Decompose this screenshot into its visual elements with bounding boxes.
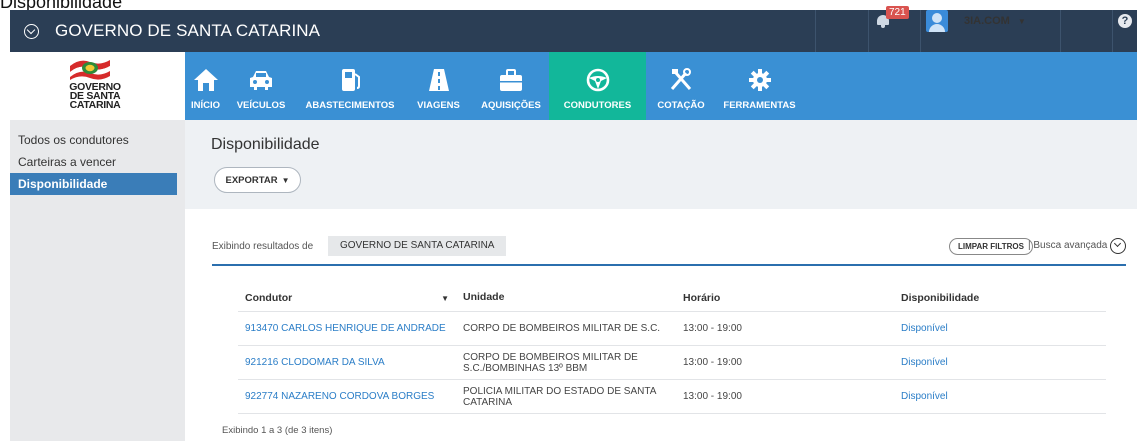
- export-label: EXPORTAR: [225, 174, 278, 186]
- logo[interactable]: GOVERNO DE SANTA CATARINA: [10, 52, 185, 120]
- advanced-search-link[interactable]: | Busca avançada: [1028, 240, 1107, 251]
- nav-label: VIAGENS: [417, 100, 460, 111]
- unit-cell: CORPO DE BOMBEIROS MILITAR DE S.C.: [463, 323, 661, 334]
- page-title: Disponibilidade: [211, 136, 320, 153]
- chevron-down-circle-icon[interactable]: [1110, 238, 1126, 254]
- nav-label: VEÍCULOS: [236, 100, 286, 111]
- schedule-cell: 13:00 - 19:00: [683, 357, 742, 368]
- divider: [1112, 10, 1113, 52]
- user-menu[interactable]: 3IA.COM ▼: [926, 10, 1026, 32]
- column-header-horario[interactable]: Horário: [680, 292, 901, 304]
- column-header-unidade[interactable]: Unidade: [446, 292, 680, 303]
- notification-badge: 721: [886, 6, 909, 19]
- divider: [1060, 10, 1061, 52]
- nav-item-inicio[interactable]: INÍCIO: [185, 52, 226, 120]
- filter-label: Exibindo resultados de: [212, 241, 314, 252]
- driver-link[interactable]: 922774 NAZARENO CORDOVA BORGES: [238, 391, 446, 402]
- nav-item-abastecimentos[interactable]: ABASTECIMENTOS: [296, 52, 404, 120]
- tools-icon: [670, 68, 692, 90]
- drivers-table: Condutor ▼ Unidade Horário Disponibilida…: [238, 284, 1106, 414]
- nav-label: AQUISIÇÕES: [481, 100, 541, 111]
- avatar: [926, 10, 948, 32]
- availability-link[interactable]: Disponível: [901, 357, 1106, 368]
- driver-link[interactable]: 913470 CARLOS HENRIQUE DE ANDRADE: [238, 323, 446, 334]
- window-title: Disponibilidade: [0, 0, 123, 12]
- gear-icon: [748, 69, 771, 91]
- car-icon: [250, 71, 272, 90]
- fuel-pump-icon: [342, 69, 360, 91]
- nav-item-cotacao[interactable]: COTAÇÃO: [646, 52, 716, 120]
- divider: [815, 10, 816, 52]
- sidebar-item-todos-condutores[interactable]: Todos os condutores: [10, 129, 185, 151]
- brand-menu[interactable]: GOVERNO DE SANTA CATARINA: [10, 21, 320, 41]
- table-row: 921216 CLODOMAR DA SILVA CORPO DE BOMBEI…: [238, 346, 1106, 380]
- sidebar-item-carteiras-a-vencer[interactable]: Carteiras a vencer: [10, 151, 185, 173]
- availability-link[interactable]: Disponível: [901, 391, 1106, 402]
- main-nav: INÍCIO VEÍCULOS ABASTECIMENTOS VIAGENS A…: [185, 52, 803, 120]
- nav-label: ABASTECIMENTOS: [305, 100, 395, 111]
- table-row: 913470 CARLOS HENRIQUE DE ANDRADE CORPO …: [238, 312, 1106, 346]
- table-row: 922774 NAZARENO CORDOVA BORGES POLICIA M…: [238, 380, 1106, 414]
- nav-label: FERRAMENTAS: [723, 100, 796, 111]
- divider: [868, 10, 869, 52]
- availability-link[interactable]: Disponível: [901, 323, 1106, 334]
- nav-item-aquisicoes[interactable]: AQUISIÇÕES: [473, 52, 549, 120]
- nav-label: INÍCIO: [190, 100, 221, 111]
- main-nav-bar: GOVERNO DE SANTA CATARINA INÍCIO VEÍCULO…: [10, 52, 1137, 120]
- table-header: Condutor ▼ Unidade Horário Disponibilida…: [238, 284, 1106, 312]
- logo-text: GOVERNO DE SANTA CATARINA: [69, 81, 121, 111]
- caret-down-icon: ▼: [1017, 16, 1026, 26]
- sidebar-item-disponibilidade[interactable]: Disponibilidade: [10, 173, 177, 195]
- driver-link[interactable]: 921216 CLODOMAR DA SILVA: [238, 357, 446, 368]
- sort-desc-icon[interactable]: ▼: [441, 294, 449, 303]
- nav-label: COTAÇÃO: [657, 100, 705, 111]
- nav-item-ferramentas[interactable]: FERRAMENTAS: [716, 52, 803, 120]
- steering-wheel-icon: [586, 68, 609, 92]
- sidebar: Todos os condutores Carteiras a vencer D…: [10, 120, 185, 441]
- state-flag-icon: [70, 60, 110, 80]
- brand-title: GOVERNO DE SANTA CATARINA: [55, 21, 321, 40]
- filter-chip[interactable]: GOVERNO DE SANTA CATARINA: [328, 236, 507, 256]
- clear-filters-button[interactable]: LIMPAR FILTROS: [949, 238, 1033, 255]
- divider: [920, 10, 921, 52]
- nav-item-veiculos[interactable]: VEÍCULOS: [226, 52, 296, 120]
- briefcase-icon: [500, 69, 522, 91]
- nav-label: CONDUTORES: [563, 100, 632, 111]
- unit-cell: POLICIA MILITAR DO ESTADO DE SANTA CATAR…: [463, 385, 656, 408]
- column-header-disponibilidade[interactable]: Disponibilidade: [901, 292, 1106, 304]
- pagination-summary: Exibindo 1 a 3 (de 3 itens): [222, 425, 333, 436]
- unit-cell: CORPO DE BOMBEIROS MILITAR DE S.C./BOMBI…: [463, 351, 638, 374]
- nav-item-condutores[interactable]: CONDUTORES: [549, 52, 646, 120]
- caret-down-icon: ▼: [281, 175, 290, 185]
- user-name: 3IA.COM: [964, 15, 1010, 27]
- schedule-cell: 13:00 - 19:00: [683, 391, 742, 402]
- home-icon: [193, 69, 218, 91]
- help-icon[interactable]: ?: [1118, 14, 1132, 28]
- nav-item-viagens[interactable]: VIAGENS: [404, 52, 473, 120]
- road-icon: [428, 69, 449, 91]
- filter-bar: Exibindo resultados de GOVERNO DE SANTA …: [212, 236, 1126, 266]
- column-header-condutor[interactable]: Condutor ▼: [238, 292, 449, 304]
- chevron-circle-icon[interactable]: [24, 23, 39, 39]
- page-header: Disponibilidade EXPORTAR ▼: [185, 120, 1137, 209]
- export-button[interactable]: EXPORTAR ▼: [214, 167, 301, 193]
- schedule-cell: 13:00 - 19:00: [683, 323, 742, 334]
